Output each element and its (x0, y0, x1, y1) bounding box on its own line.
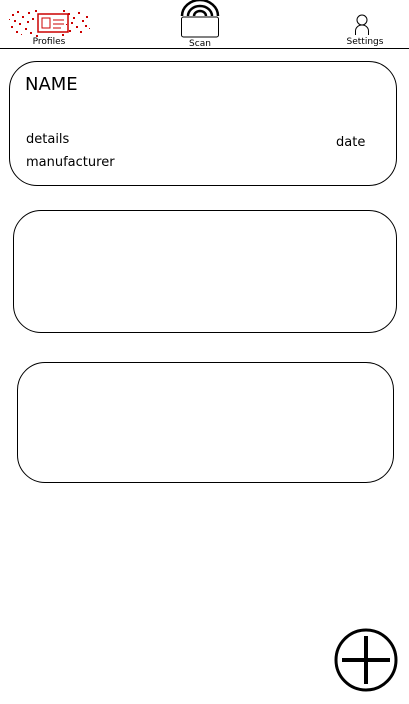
card-name: NAME (25, 74, 78, 95)
empty-card[interactable] (17, 362, 394, 483)
card-details: details (26, 132, 70, 147)
add-circle-icon (334, 628, 398, 696)
empty-card[interactable] (13, 210, 397, 333)
card-date: date (336, 135, 366, 150)
nav-profiles[interactable]: Profiles (4, 4, 94, 48)
nav-profiles-label: Profiles (32, 37, 66, 47)
add-button[interactable] (334, 628, 398, 692)
nav-scan[interactable]: Scan (174, 0, 226, 49)
product-card[interactable]: NAME details manufacturer date (9, 61, 397, 186)
card-manufacturer: manufacturer (26, 155, 115, 170)
nav-settings-label: Settings (346, 37, 384, 47)
nav-settings[interactable]: Settings (340, 14, 390, 48)
top-navigation-bar: Profiles Scan Settings (0, 0, 409, 49)
scan-icon (179, 0, 221, 44)
header-divider (0, 48, 409, 49)
